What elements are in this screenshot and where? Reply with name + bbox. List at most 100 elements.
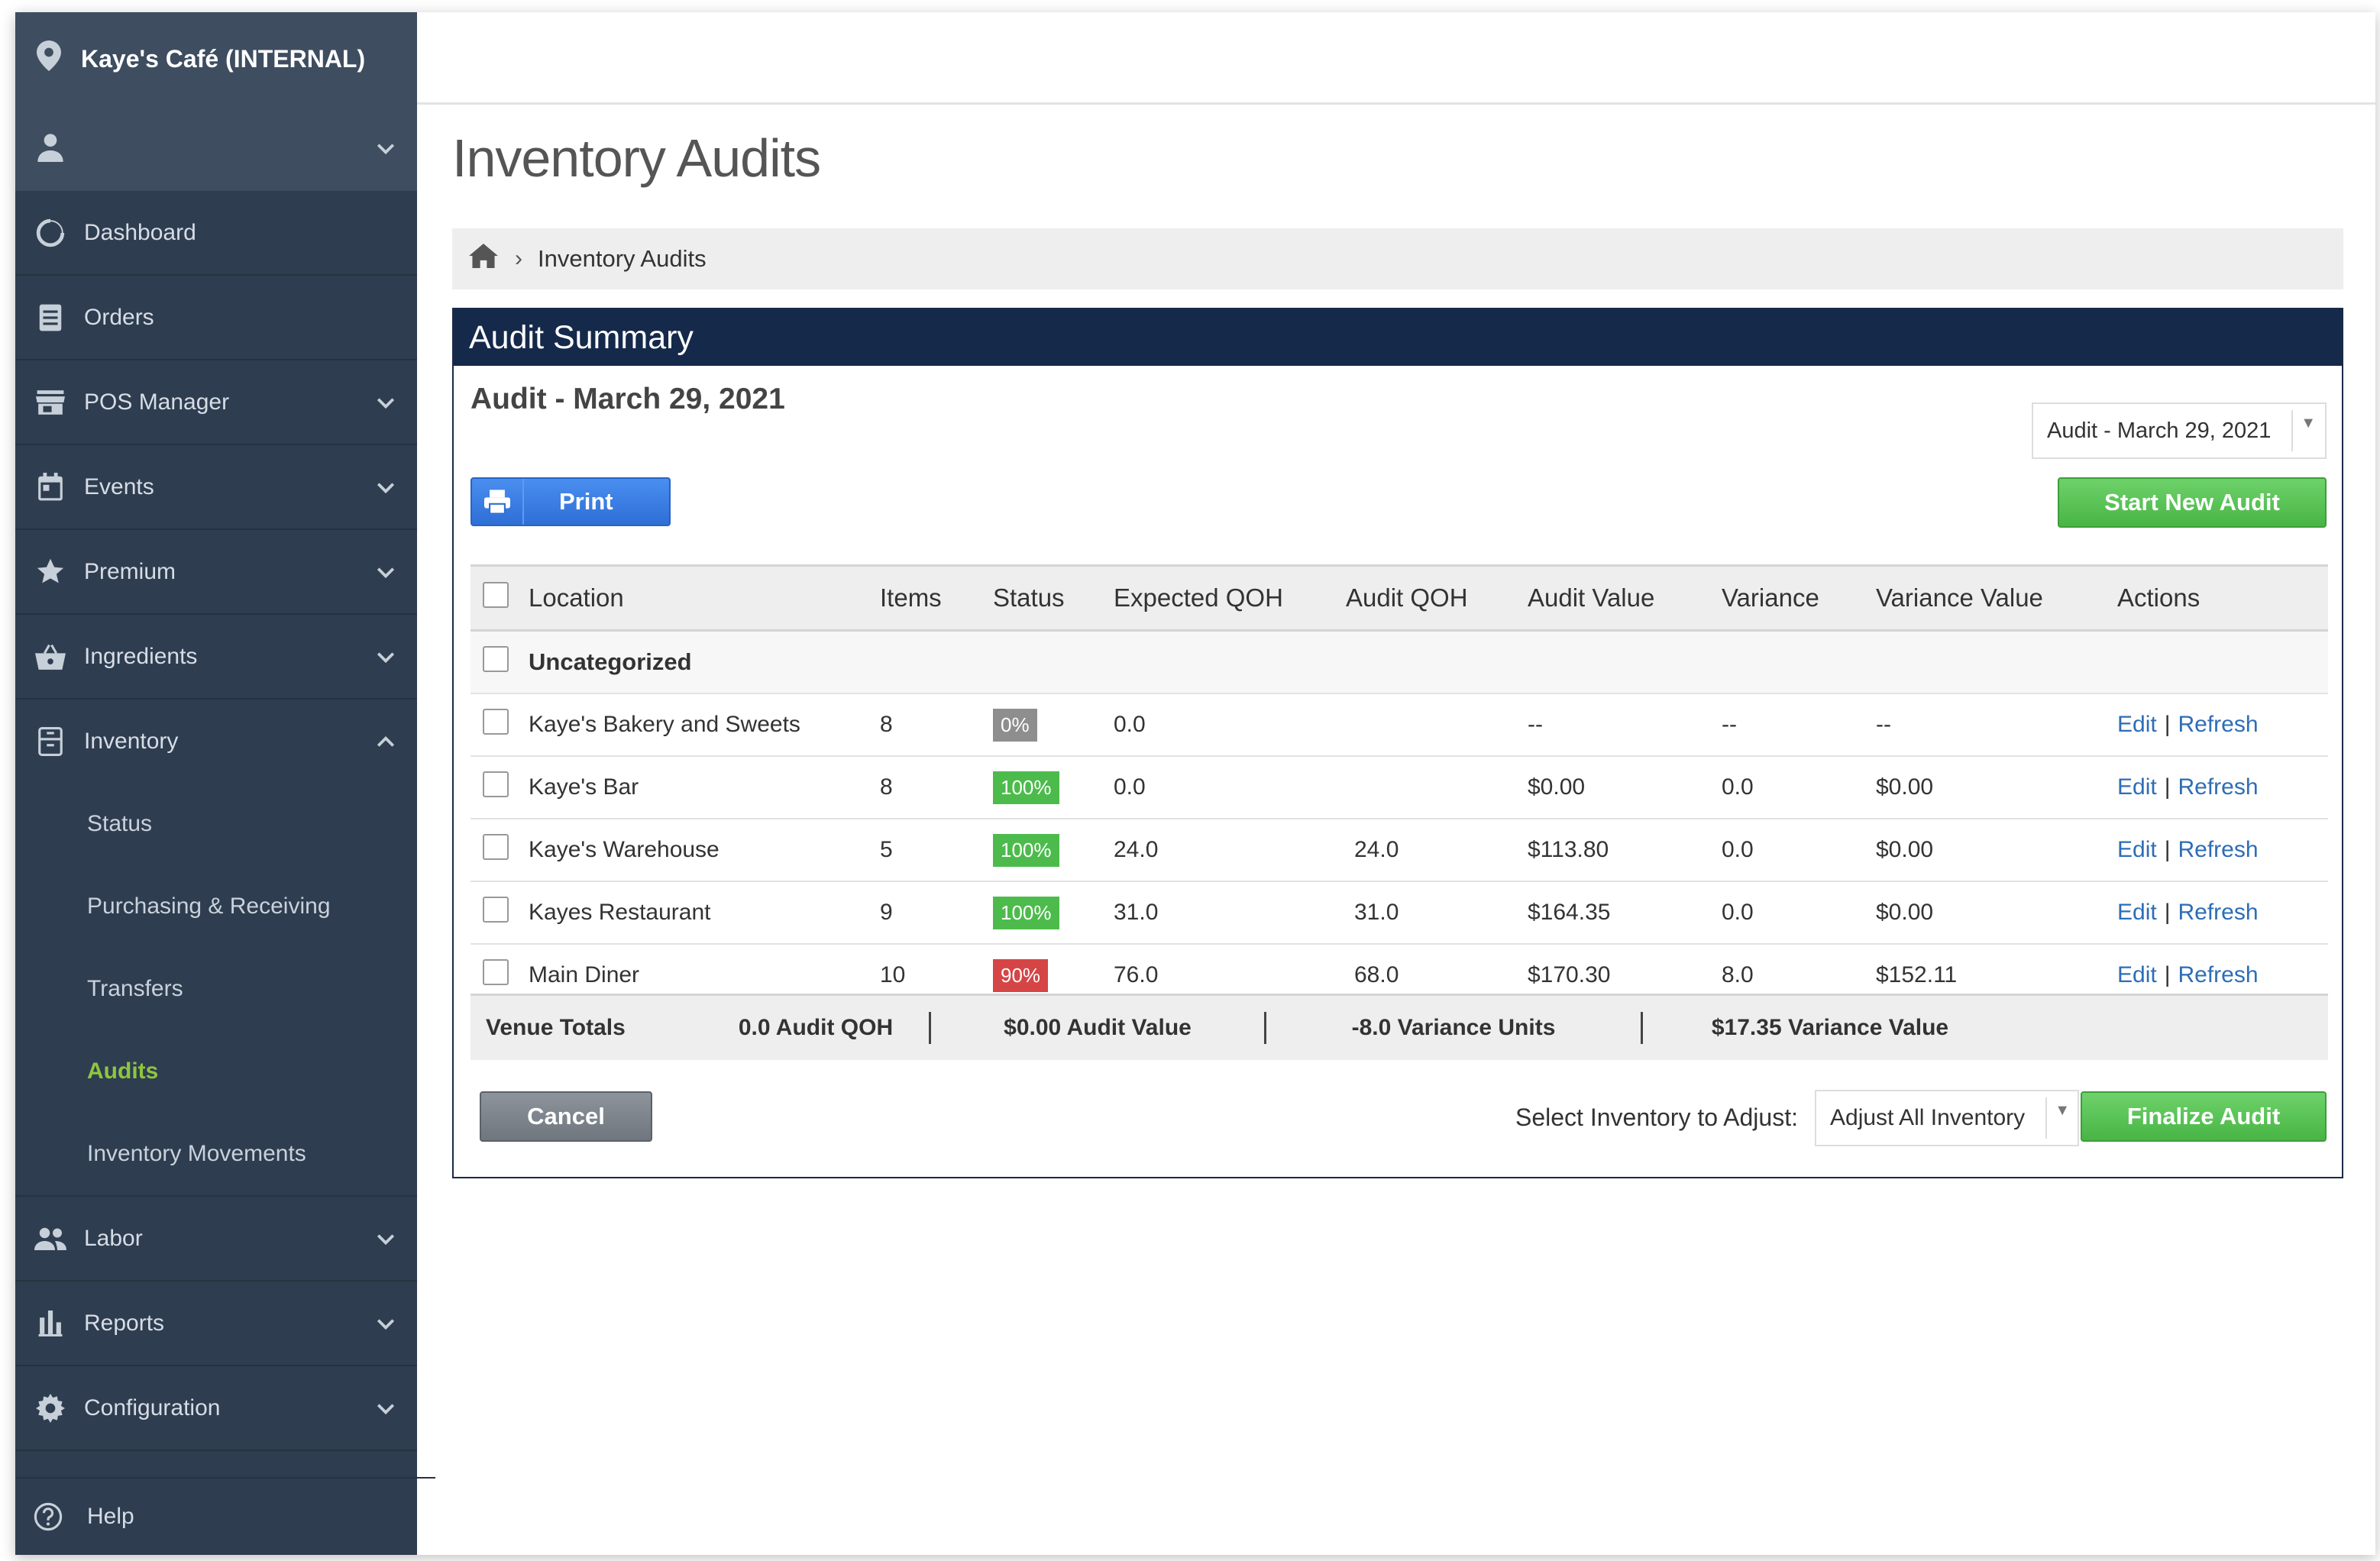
cancel-button[interactable]: Cancel	[480, 1091, 652, 1142]
basket-icon	[34, 640, 67, 674]
audit-qoh-cell: 31.0	[1345, 881, 1527, 945]
checkbox-cell	[471, 693, 528, 757]
star-icon	[34, 555, 67, 589]
chevron-down-icon	[377, 1403, 395, 1414]
actions-cell: Edit | Refresh	[2116, 693, 2328, 757]
adjust-inventory-select[interactable]: Adjust All Inventory ▼	[1815, 1090, 2079, 1146]
column-header[interactable]: Status	[992, 564, 1113, 632]
items-cell: 5	[879, 819, 992, 882]
row-checkbox[interactable]	[483, 897, 509, 923]
sidebar-item-pos-manager[interactable]: POS Manager	[15, 360, 417, 445]
category-label: Uncategorized	[528, 630, 2328, 694]
variance-cell: 0.0	[1721, 819, 1875, 882]
category-row: Uncategorized	[471, 630, 2328, 694]
sidebar-item-configuration[interactable]: Configuration	[15, 1366, 417, 1451]
items-cell: 9	[879, 881, 992, 945]
sidebar-subitem-transfers[interactable]: Transfers	[15, 948, 417, 1030]
audit-qoh-cell	[1345, 756, 1527, 819]
refresh-link[interactable]: Refresh	[2178, 900, 2259, 925]
table-header-row: Location Items Status Expected QOH Audit…	[471, 564, 2328, 632]
refresh-link[interactable]: Refresh	[2178, 774, 2259, 800]
refresh-link[interactable]: Refresh	[2178, 712, 2259, 737]
sidebar-subitem-audits[interactable]: Audits	[15, 1030, 417, 1113]
user-icon	[35, 131, 66, 166]
row-checkbox[interactable]	[483, 709, 509, 735]
sidebar-item-events[interactable]: Events	[15, 445, 417, 530]
bar-chart-icon	[34, 1307, 67, 1340]
sidebar-item-help[interactable]: Help	[15, 1477, 435, 1555]
chevron-down-icon	[377, 144, 395, 155]
row-checkbox[interactable]	[483, 834, 509, 860]
category-checkbox[interactable]	[483, 646, 509, 672]
status-badge: 0%	[993, 708, 1037, 742]
audit-value-cell: $113.80	[1527, 819, 1721, 882]
expected-qoh-cell: 31.0	[1113, 881, 1345, 945]
column-header[interactable]: Variance Value	[1875, 564, 2116, 632]
audit-select[interactable]: Audit - March 29, 2021 ▼	[2032, 402, 2327, 459]
row-checkbox[interactable]	[483, 959, 509, 985]
row-checkbox[interactable]	[483, 771, 509, 797]
app-window: Kaye's Café (INTERNAL) Dashboard Orders …	[15, 12, 2375, 1555]
column-header[interactable]: Audit Value	[1527, 564, 1721, 632]
user-menu[interactable]	[15, 105, 417, 191]
actions-cell: Edit | Refresh	[2116, 881, 2328, 945]
location-cell: Kayes Restaurant	[528, 881, 879, 945]
status-badge: 100%	[993, 896, 1059, 929]
edit-link[interactable]: Edit	[2117, 962, 2157, 987]
edit-link[interactable]: Edit	[2117, 712, 2157, 737]
home-icon[interactable]	[469, 244, 498, 274]
finalize-audit-button[interactable]: Finalize Audit	[2081, 1091, 2327, 1142]
sidebar-item-premium[interactable]: Premium	[15, 530, 417, 615]
variance-value-cell: --	[1875, 693, 2116, 757]
main-content: Inventory Audits › Inventory Audits Audi…	[417, 105, 2375, 1555]
start-new-audit-button[interactable]: Start New Audit	[2058, 477, 2327, 528]
people-icon	[34, 1222, 67, 1256]
refresh-link[interactable]: Refresh	[2178, 837, 2259, 862]
printer-icon	[472, 479, 524, 525]
refresh-link[interactable]: Refresh	[2178, 962, 2259, 987]
breadcrumb-separator-icon: ›	[515, 246, 522, 271]
items-cell: 8	[879, 693, 992, 757]
audit-table: Location Items Status Expected QOH Audit…	[471, 564, 2328, 1007]
adjust-label: Select Inventory to Adjust:	[1515, 1104, 1798, 1131]
audit-value-cell: $0.00	[1527, 756, 1721, 819]
sidebar-item-label: Dashboard	[84, 219, 196, 245]
chevron-up-icon	[377, 735, 395, 747]
audit-summary-panel: Audit Summary Audit - March 29, 2021 Aud…	[452, 308, 2343, 1178]
select-all-checkbox[interactable]	[483, 582, 509, 608]
column-header[interactable]: Location	[528, 564, 879, 632]
column-header[interactable]: Audit QOH	[1345, 564, 1527, 632]
action-separator: |	[2164, 774, 2171, 800]
help-label: Help	[87, 1504, 134, 1529]
gear-icon	[34, 1391, 67, 1425]
edit-link[interactable]: Edit	[2117, 900, 2157, 925]
column-header[interactable]: Variance	[1721, 564, 1875, 632]
sidebar-subitem-label: Purchasing & Receiving	[87, 894, 331, 919]
variance-cell: --	[1721, 693, 1875, 757]
sidebar-subitem-purchasing[interactable]: Purchasing & Receiving	[15, 865, 417, 948]
checkbox-cell	[471, 756, 528, 819]
checkbox-cell	[471, 630, 528, 694]
sidebar-item-ingredients[interactable]: Ingredients	[15, 615, 417, 700]
sidebar-subitem-status[interactable]: Status	[15, 783, 417, 865]
edit-link[interactable]: Edit	[2117, 837, 2157, 862]
sidebar-item-dashboard[interactable]: Dashboard	[15, 191, 417, 276]
calendar-icon	[34, 470, 67, 504]
dropdown-arrow-icon: ▼	[2301, 415, 2316, 431]
sidebar-item-orders[interactable]: Orders	[15, 276, 417, 360]
audit-select-value: Audit - March 29, 2021	[2047, 418, 2272, 443]
variance-value-cell: $0.00	[1875, 756, 2116, 819]
items-cell: 8	[879, 756, 992, 819]
column-header[interactable]: Expected QOH	[1113, 564, 1345, 632]
venue-selector[interactable]: Kaye's Café (INTERNAL)	[15, 12, 417, 105]
sidebar-subitem-inventory-movements[interactable]: Inventory Movements	[15, 1113, 417, 1197]
expected-qoh-cell: 0.0	[1113, 756, 1345, 819]
column-header[interactable]: Items	[879, 564, 992, 632]
sidebar-item-inventory[interactable]: Inventory	[15, 700, 417, 783]
sidebar-item-labor[interactable]: Labor	[15, 1197, 417, 1281]
sidebar-item-reports[interactable]: Reports	[15, 1281, 417, 1366]
status-cell: 100%	[992, 819, 1113, 882]
page-title: Inventory Audits	[452, 128, 821, 188]
print-button[interactable]: Print	[471, 477, 671, 526]
edit-link[interactable]: Edit	[2117, 774, 2157, 800]
